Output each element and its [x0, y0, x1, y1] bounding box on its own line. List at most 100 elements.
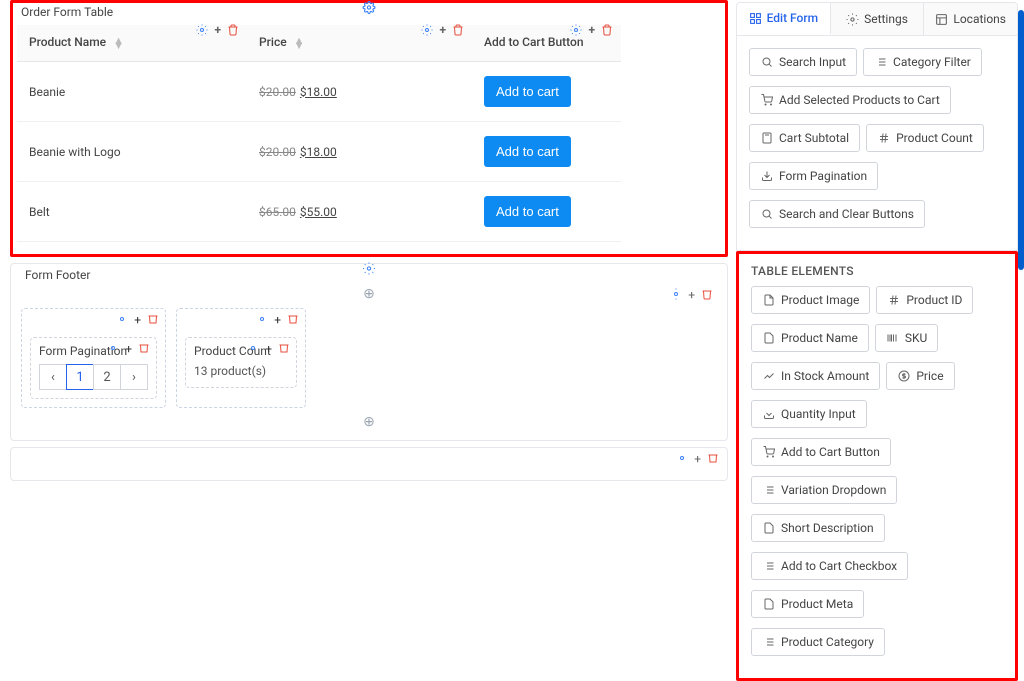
trash-icon[interactable] — [287, 313, 299, 327]
add-to-cart-button[interactable]: Add to cart — [484, 136, 571, 167]
page-prev[interactable]: ‹ — [39, 364, 67, 390]
plus-icon[interactable]: + — [439, 23, 446, 37]
elem-search-clear[interactable]: Search and Clear Buttons — [749, 200, 925, 228]
footer-product-count-block[interactable]: + + Product Count 13 product(s) — [176, 308, 306, 408]
tab-label: Locations — [953, 12, 1006, 26]
elem-price[interactable]: Price — [886, 362, 954, 390]
sort-icon[interactable]: ▲▼ — [113, 38, 124, 48]
plus-icon[interactable]: + — [134, 313, 141, 327]
file-icon — [762, 294, 775, 307]
page-next[interactable]: › — [120, 364, 148, 390]
table-row: Beanie with Logo $20.00$18.00 Add to car… — [17, 122, 621, 182]
gear-icon — [846, 13, 859, 26]
elem-product-category[interactable]: Product Category — [751, 628, 885, 656]
page-1[interactable]: 1 — [66, 364, 94, 390]
scrollbar[interactable] — [1018, 10, 1024, 270]
table-row: Belt $65.00$55.00 Add to cart — [17, 182, 621, 242]
elem-add-to-cart-button[interactable]: Add to Cart Button — [751, 438, 891, 466]
tab-settings[interactable]: Settings — [831, 3, 925, 35]
plus-icon[interactable]: + — [214, 23, 221, 37]
elem-add-selected[interactable]: Add Selected Products to Cart — [749, 86, 951, 114]
plus-icon[interactable]: + — [588, 23, 595, 37]
gear-icon[interactable] — [676, 452, 688, 466]
plus-icon[interactable]: + — [125, 342, 132, 356]
cell-name: Beanie — [17, 62, 247, 122]
trash-icon[interactable] — [138, 342, 150, 356]
elem-product-name[interactable]: Product Name — [751, 324, 869, 352]
elem-product-meta[interactable]: Product Meta — [751, 590, 864, 618]
gear-icon[interactable] — [363, 1, 376, 14]
tab-label: Edit Form — [767, 11, 818, 25]
plus-icon[interactable]: + — [694, 452, 701, 466]
elem-product-count[interactable]: Product Count — [866, 124, 984, 152]
grid-icon — [749, 12, 762, 25]
elem-search-input[interactable]: Search Input — [749, 48, 857, 76]
calc-icon — [760, 132, 773, 145]
product-count-text: 13 product(s) — [194, 364, 266, 378]
gear-icon[interactable] — [196, 24, 208, 36]
tab-label: Settings — [864, 12, 908, 26]
trash-icon[interactable] — [452, 24, 464, 36]
page-2[interactable]: 2 — [93, 364, 121, 390]
col-label: Add to Cart Button — [484, 35, 584, 49]
trash-icon[interactable] — [227, 24, 239, 36]
elem-sku[interactable]: SKU — [875, 324, 938, 352]
file-icon — [762, 522, 775, 535]
plus-icon[interactable]: + — [274, 313, 281, 327]
hash-icon — [877, 132, 890, 145]
trash-icon[interactable] — [147, 313, 159, 327]
elem-category-filter[interactable]: Category Filter — [863, 48, 982, 76]
order-form-table-region: Order Form Table + — [10, 0, 728, 257]
gear-icon[interactable] — [670, 288, 682, 302]
order-form-table: + Product Name ▲▼ + — [17, 25, 621, 242]
file-icon — [762, 332, 775, 345]
search-icon — [760, 56, 773, 69]
trash-icon[interactable] — [701, 288, 713, 302]
plus-icon[interactable]: + — [265, 342, 272, 356]
tab-locations[interactable]: Locations — [924, 3, 1017, 35]
footer-pagination-block[interactable]: + + Form Pagination ‹ 1 2 › — [21, 308, 166, 408]
gear-icon[interactable] — [363, 262, 376, 275]
elem-quantity-input[interactable]: Quantity Input — [751, 400, 867, 428]
gear-icon[interactable] — [116, 313, 128, 327]
col-label: Price — [259, 35, 287, 49]
add-to-cart-button[interactable]: Add to cart — [484, 76, 571, 107]
cart-icon — [760, 94, 773, 107]
table-elements-region: TABLE ELEMENTS Product Image Product ID … — [736, 251, 1018, 681]
elem-product-id[interactable]: Product ID — [876, 286, 973, 314]
elem-cart-subtotal[interactable]: Cart Subtotal — [749, 124, 860, 152]
gear-icon[interactable] — [256, 313, 268, 327]
plus-icon[interactable]: + — [688, 288, 695, 302]
gear-icon[interactable] — [247, 342, 259, 356]
search-icon — [760, 208, 773, 221]
elem-form-pagination[interactable]: Form Pagination — [749, 162, 878, 190]
elem-variation-dropdown[interactable]: Variation Dropdown — [751, 476, 897, 504]
trash-icon[interactable] — [278, 342, 290, 356]
trash-icon[interactable] — [707, 452, 719, 466]
elem-short-description[interactable]: Short Description — [751, 514, 885, 542]
sort-icon[interactable]: ▲▼ — [294, 38, 305, 48]
gear-icon[interactable] — [107, 342, 119, 356]
gear-icon[interactable] — [570, 24, 582, 36]
trash-icon[interactable] — [601, 24, 613, 36]
cart-icon — [762, 446, 775, 459]
elem-in-stock[interactable]: In Stock Amount — [751, 362, 880, 390]
sidebar: Edit Form Settings Locations Search Inpu… — [736, 2, 1018, 681]
col-price[interactable]: + Price ▲▼ — [247, 25, 472, 62]
add-to-cart-button[interactable]: Add to cart — [484, 196, 571, 227]
table-row: Beanie $20.00$18.00 Add to cart — [17, 62, 621, 122]
col-add-to-cart[interactable]: + Add to Cart Button — [472, 25, 621, 62]
form-elements-group: Search Input Category Filter Add Selecte… — [749, 48, 1005, 238]
col-product-name[interactable]: + Product Name ▲▼ — [17, 25, 247, 62]
cell-price: $20.00$18.00 — [247, 62, 472, 122]
tab-edit-form[interactable]: Edit Form — [737, 3, 831, 35]
list-icon — [762, 636, 775, 649]
elem-add-to-cart-checkbox[interactable]: Add to Cart Checkbox — [751, 552, 908, 580]
layout-icon — [935, 13, 948, 26]
cell-price: $65.00$55.00 — [247, 182, 472, 242]
gear-icon[interactable] — [421, 24, 433, 36]
add-row-bottom[interactable]: ⊕ — [17, 412, 721, 434]
elem-product-image[interactable]: Product Image — [751, 286, 870, 314]
col-label: Product Name — [29, 35, 106, 49]
add-row-top[interactable]: ⊕ — [17, 284, 721, 302]
